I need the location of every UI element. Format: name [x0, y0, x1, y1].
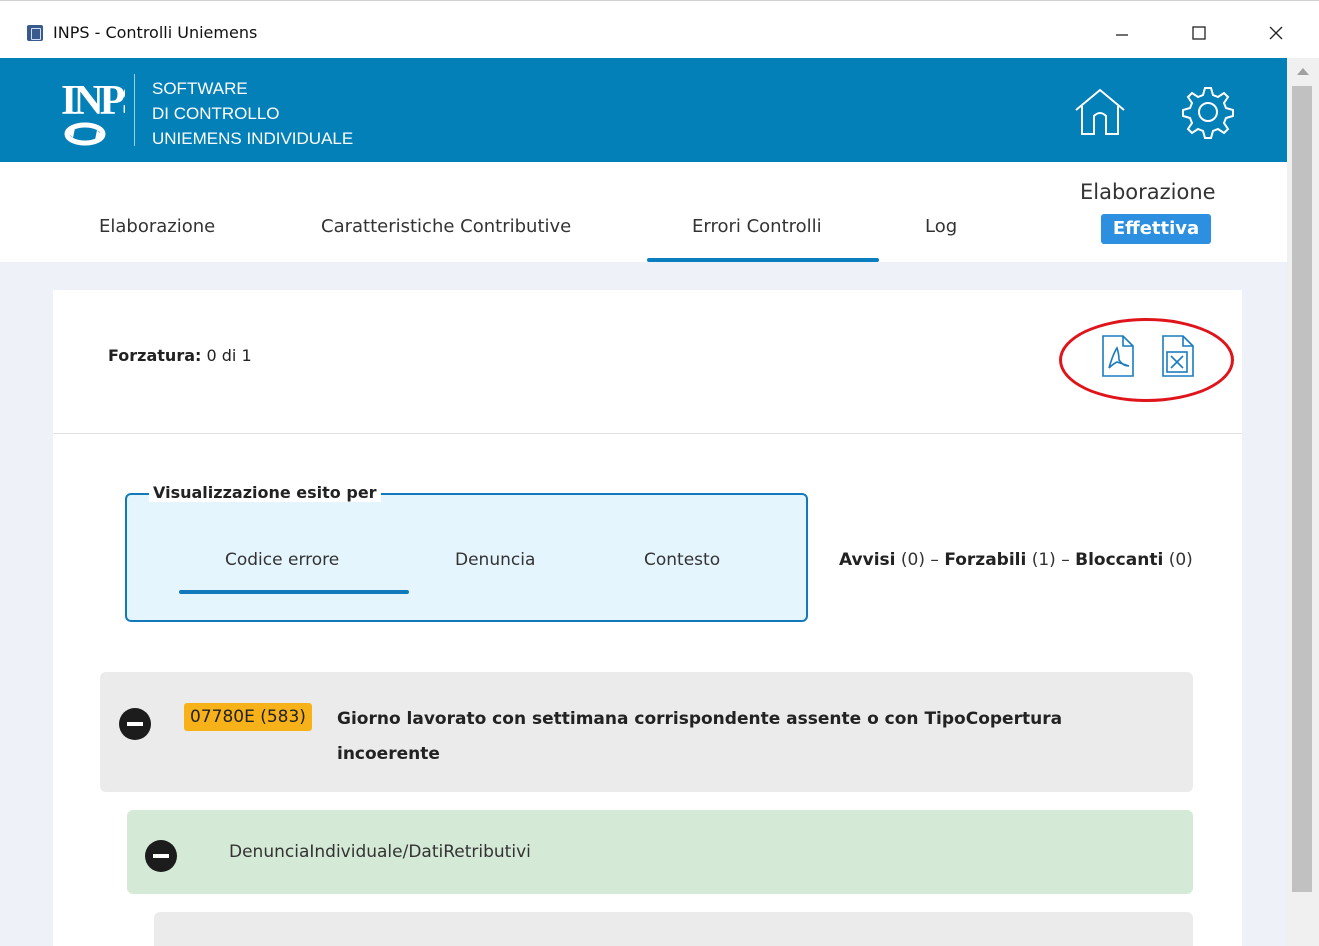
scroll-up-arrow-icon[interactable]: [1297, 68, 1309, 75]
close-button[interactable]: [1256, 15, 1296, 51]
minimize-icon: [1116, 34, 1128, 36]
vertical-scrollbar[interactable]: [1287, 58, 1319, 946]
view-tab-codice-errore[interactable]: Codice errore: [225, 550, 339, 570]
gear-icon: [1182, 87, 1234, 139]
error-row[interactable]: 07780E (583) Giorno lavorato con settima…: [100, 672, 1193, 792]
forzatura-label: Forzatura:: [108, 346, 202, 365]
context-row[interactable]: DenunciaIndividuale/DatiRetributivi: [127, 810, 1193, 894]
maximize-icon: [1192, 26, 1206, 40]
summary-separator: –: [1061, 550, 1070, 570]
minimize-button[interactable]: [1102, 15, 1142, 51]
home-button[interactable]: [1068, 80, 1132, 144]
forzabili-count: (1): [1031, 550, 1056, 570]
elaborazione-mode-badge: Effettiva: [1101, 214, 1211, 244]
error-code-badge: 07780E (583): [184, 703, 312, 731]
brand-line-1: SOFTWARE: [152, 79, 248, 98]
window-title: INPS - Controlli Uniemens: [53, 23, 258, 42]
forzabili-label: Forzabili: [944, 550, 1027, 570]
brand-line-2: DI CONTROLLO: [152, 104, 280, 123]
bloccanti-count: (0): [1168, 550, 1193, 570]
collapse-icon[interactable]: [145, 840, 177, 872]
elaborazione-mode-label: Elaborazione: [1080, 180, 1216, 204]
view-by-group: Visualizzazione esito per Codice errore …: [125, 483, 808, 622]
inps-logo: INPS: [55, 70, 147, 150]
card-divider: [53, 433, 1242, 434]
forzatura-value: 0 di 1: [206, 346, 252, 365]
error-description: Giorno lavorato con settimana corrispond…: [337, 709, 1063, 764]
avvisi-label: Avvisi: [839, 550, 896, 570]
avvisi-count: (0): [900, 550, 925, 570]
bloccanti-label: Bloccanti: [1075, 550, 1164, 570]
brand-text: SOFTWARE DI CONTROLLO UNIEMENS INDIVIDUA…: [152, 76, 353, 151]
view-tab-denuncia[interactable]: Denuncia: [455, 550, 535, 570]
export-highlight-circle: [1059, 318, 1234, 402]
close-icon: [1269, 26, 1283, 40]
tab-errori-controlli[interactable]: Errori Controlli: [692, 216, 822, 237]
summary-separator: –: [930, 550, 939, 570]
collapse-icon[interactable]: [119, 708, 151, 740]
tab-log[interactable]: Log: [925, 216, 957, 237]
view-by-legend: Visualizzazione esito per: [149, 483, 381, 502]
settings-button[interactable]: [1176, 80, 1240, 144]
results-card: Forzatura: 0 di 1 Visualizzazione esito …: [53, 290, 1242, 946]
window-titlebar: INPS - Controlli Uniemens: [0, 0, 1319, 60]
view-tab-contesto[interactable]: Contesto: [644, 550, 720, 570]
logo-divider: [134, 74, 135, 146]
tab-elaborazione[interactable]: Elaborazione: [99, 216, 215, 237]
brand-line-3: UNIEMENS INDIVIDUALE: [152, 129, 354, 148]
logo-text: INPS: [61, 78, 125, 124]
maximize-button[interactable]: [1179, 15, 1219, 51]
app-icon: [27, 25, 43, 41]
scroll-thumb[interactable]: [1292, 86, 1312, 892]
app-header: INPS SOFTWARE DI CONTROLLO UNIEMENS INDI…: [0, 58, 1287, 162]
home-icon: [1075, 88, 1125, 135]
detail-row[interactable]: [154, 912, 1193, 946]
view-tab-indicator: [179, 590, 409, 594]
content-area: Forzatura: 0 di 1 Visualizzazione esito …: [0, 262, 1287, 946]
forzatura-status: Forzatura: 0 di 1: [108, 346, 252, 365]
tab-caratteristiche-contributive[interactable]: Caratteristiche Contributive: [321, 216, 571, 237]
context-path: DenunciaIndividuale/DatiRetributivi: [229, 842, 531, 862]
nav-bar: Elaborazione Caratteristiche Contributiv…: [0, 162, 1287, 262]
results-summary: Avvisi (0) – Forzabili (1) – Bloccanti (…: [839, 550, 1193, 570]
